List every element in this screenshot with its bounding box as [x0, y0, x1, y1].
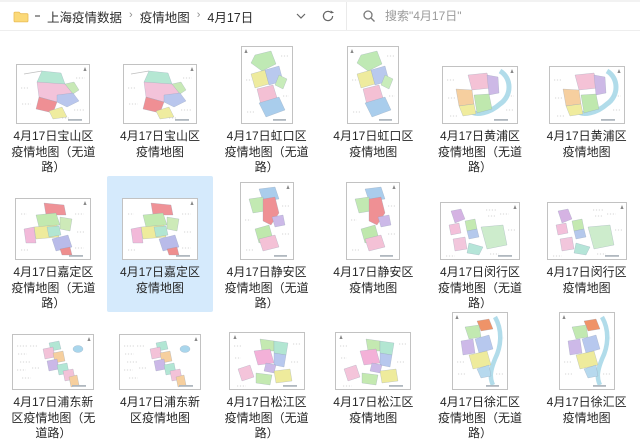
file-item[interactable]: 4月17日黄浦区疫情地图（无道路）	[427, 36, 534, 176]
file-name: 4月17日静安区疫情地图（无道路）	[224, 265, 309, 310]
map-thumbnail-minhang	[440, 202, 520, 260]
map-thumbnail-jiading	[122, 198, 198, 260]
refresh-icon[interactable]	[321, 9, 335, 23]
map-thumbnail-jingan	[346, 182, 400, 260]
search-input[interactable]	[385, 9, 595, 23]
file-name: 4月17日黄浦区疫情地图	[546, 129, 627, 159]
file-name: 4月17日闵行区疫情地图	[546, 265, 627, 295]
file-item[interactable]: 4月17日宝山区疫情地图	[107, 36, 214, 176]
file-item[interactable]: 4月17日虹口区疫情地图	[320, 36, 427, 176]
file-item[interactable]: 4月17日静安区疫情地图	[320, 176, 427, 312]
breadcrumb-item[interactable]: 疫情地图	[140, 7, 190, 26]
file-name: 4月17日闵行区疫情地图（无道路）	[437, 265, 522, 310]
file-item[interactable]: 4月17日松江区疫情地图	[320, 312, 427, 442]
file-item[interactable]: 4月17日静安区疫情地图（无道路）	[213, 176, 320, 312]
map-thumbnail-songjiang	[229, 332, 305, 390]
map-thumbnail-baoshan	[123, 64, 197, 124]
map-thumbnail-hongkou	[347, 46, 399, 124]
breadcrumb-root-separator	[35, 15, 40, 17]
file-name: 4月17日徐汇区疫情地图	[546, 395, 627, 425]
file-name: 4月17日宝山区疫情地图（无道路）	[11, 129, 96, 174]
address-bar[interactable]: 上海疫情数据 › 疫情地图 › 4月17日	[0, 2, 346, 30]
map-thumbnail-minhang	[547, 202, 627, 260]
file-item[interactable]: 4月17日浦东新区疫情地图	[107, 312, 214, 442]
file-list: 4月17日宝山区疫情地图（无道路） 4月17日宝山区疫情地图 4月17日虹口区疫…	[0, 31, 640, 442]
file-item[interactable]: 4月17日徐汇区疫情地图（无道路）	[427, 312, 534, 442]
file-item[interactable]: 4月17日宝山区疫情地图（无道路）	[0, 36, 107, 176]
search-box	[346, 2, 640, 30]
map-thumbnail-jiading	[15, 198, 91, 260]
breadcrumb-item[interactable]: 4月17日	[207, 7, 253, 26]
file-explorer-window: 上海疫情数据 › 疫情地图 › 4月17日 搜索"4月17日" 4月17日宝山区…	[0, 0, 640, 442]
file-name: 4月17日浦东新区疫情地图（无道路）	[11, 395, 96, 440]
map-thumbnail-jingan	[240, 182, 294, 260]
map-thumbnail-xuhui	[559, 312, 615, 390]
file-name: 4月17日徐汇区疫情地图（无道路）	[437, 395, 522, 440]
chevron-right-icon: ›	[196, 9, 201, 21]
file-name: 4月17日松江区疫情地图（无道路）	[224, 395, 309, 440]
file-item[interactable]: 4月17日黄浦区疫情地图	[533, 36, 640, 176]
file-name: 4月17日黄浦区疫情地图（无道路）	[437, 129, 522, 174]
toolbar: 上海疫情数据 › 疫情地图 › 4月17日	[0, 0, 640, 31]
map-thumbnail-hongkou	[241, 46, 293, 124]
file-name: 4月17日浦东新区疫情地图	[119, 395, 200, 425]
magnifier-icon	[363, 10, 375, 22]
map-thumbnail-huangpu	[549, 66, 625, 124]
file-item[interactable]: 4月17日虹口区疫情地图（无道路）	[213, 36, 320, 176]
file-name: 4月17日宝山区疫情地图	[119, 129, 200, 159]
map-thumbnail-pudong	[12, 334, 94, 390]
file-name: 4月17日虹口区疫情地图（无道路）	[224, 129, 309, 174]
file-name: 4月17日静安区疫情地图	[333, 265, 414, 295]
file-item[interactable]: 4月17日松江区疫情地图（无道路）	[213, 312, 320, 442]
file-item[interactable]: 4月17日浦东新区疫情地图（无道路）	[0, 312, 107, 442]
map-thumbnail-huangpu	[442, 66, 518, 124]
file-item[interactable]: 4月17日嘉定区疫情地图（无道路）	[0, 176, 107, 312]
file-item[interactable]: 4月17日闵行区疫情地图	[533, 176, 640, 312]
file-name: 4月17日嘉定区疫情地图	[119, 265, 200, 295]
map-thumbnail-baoshan	[16, 64, 90, 124]
breadcrumb: 上海疫情数据 › 疫情地图 › 4月17日	[47, 7, 253, 26]
folder-icon	[13, 11, 29, 22]
file-name: 4月17日松江区疫情地图	[333, 395, 414, 425]
file-item-selected[interactable]: 4月17日嘉定区疫情地图	[106, 176, 214, 312]
file-item[interactable]: 4月17日徐汇区疫情地图	[533, 312, 640, 442]
chevron-down-icon[interactable]	[296, 13, 306, 19]
file-name: 4月17日虹口区疫情地图	[333, 129, 414, 159]
map-thumbnail-xuhui	[452, 312, 508, 390]
file-item[interactable]: 4月17日闵行区疫情地图（无道路）	[427, 176, 534, 312]
map-thumbnail-pudong	[119, 334, 201, 390]
chevron-right-icon: ›	[129, 9, 133, 21]
breadcrumb-item[interactable]: 上海疫情数据	[47, 7, 122, 26]
file-name: 4月17日嘉定区疫情地图（无道路）	[11, 265, 96, 310]
map-thumbnail-songjiang	[335, 332, 411, 390]
